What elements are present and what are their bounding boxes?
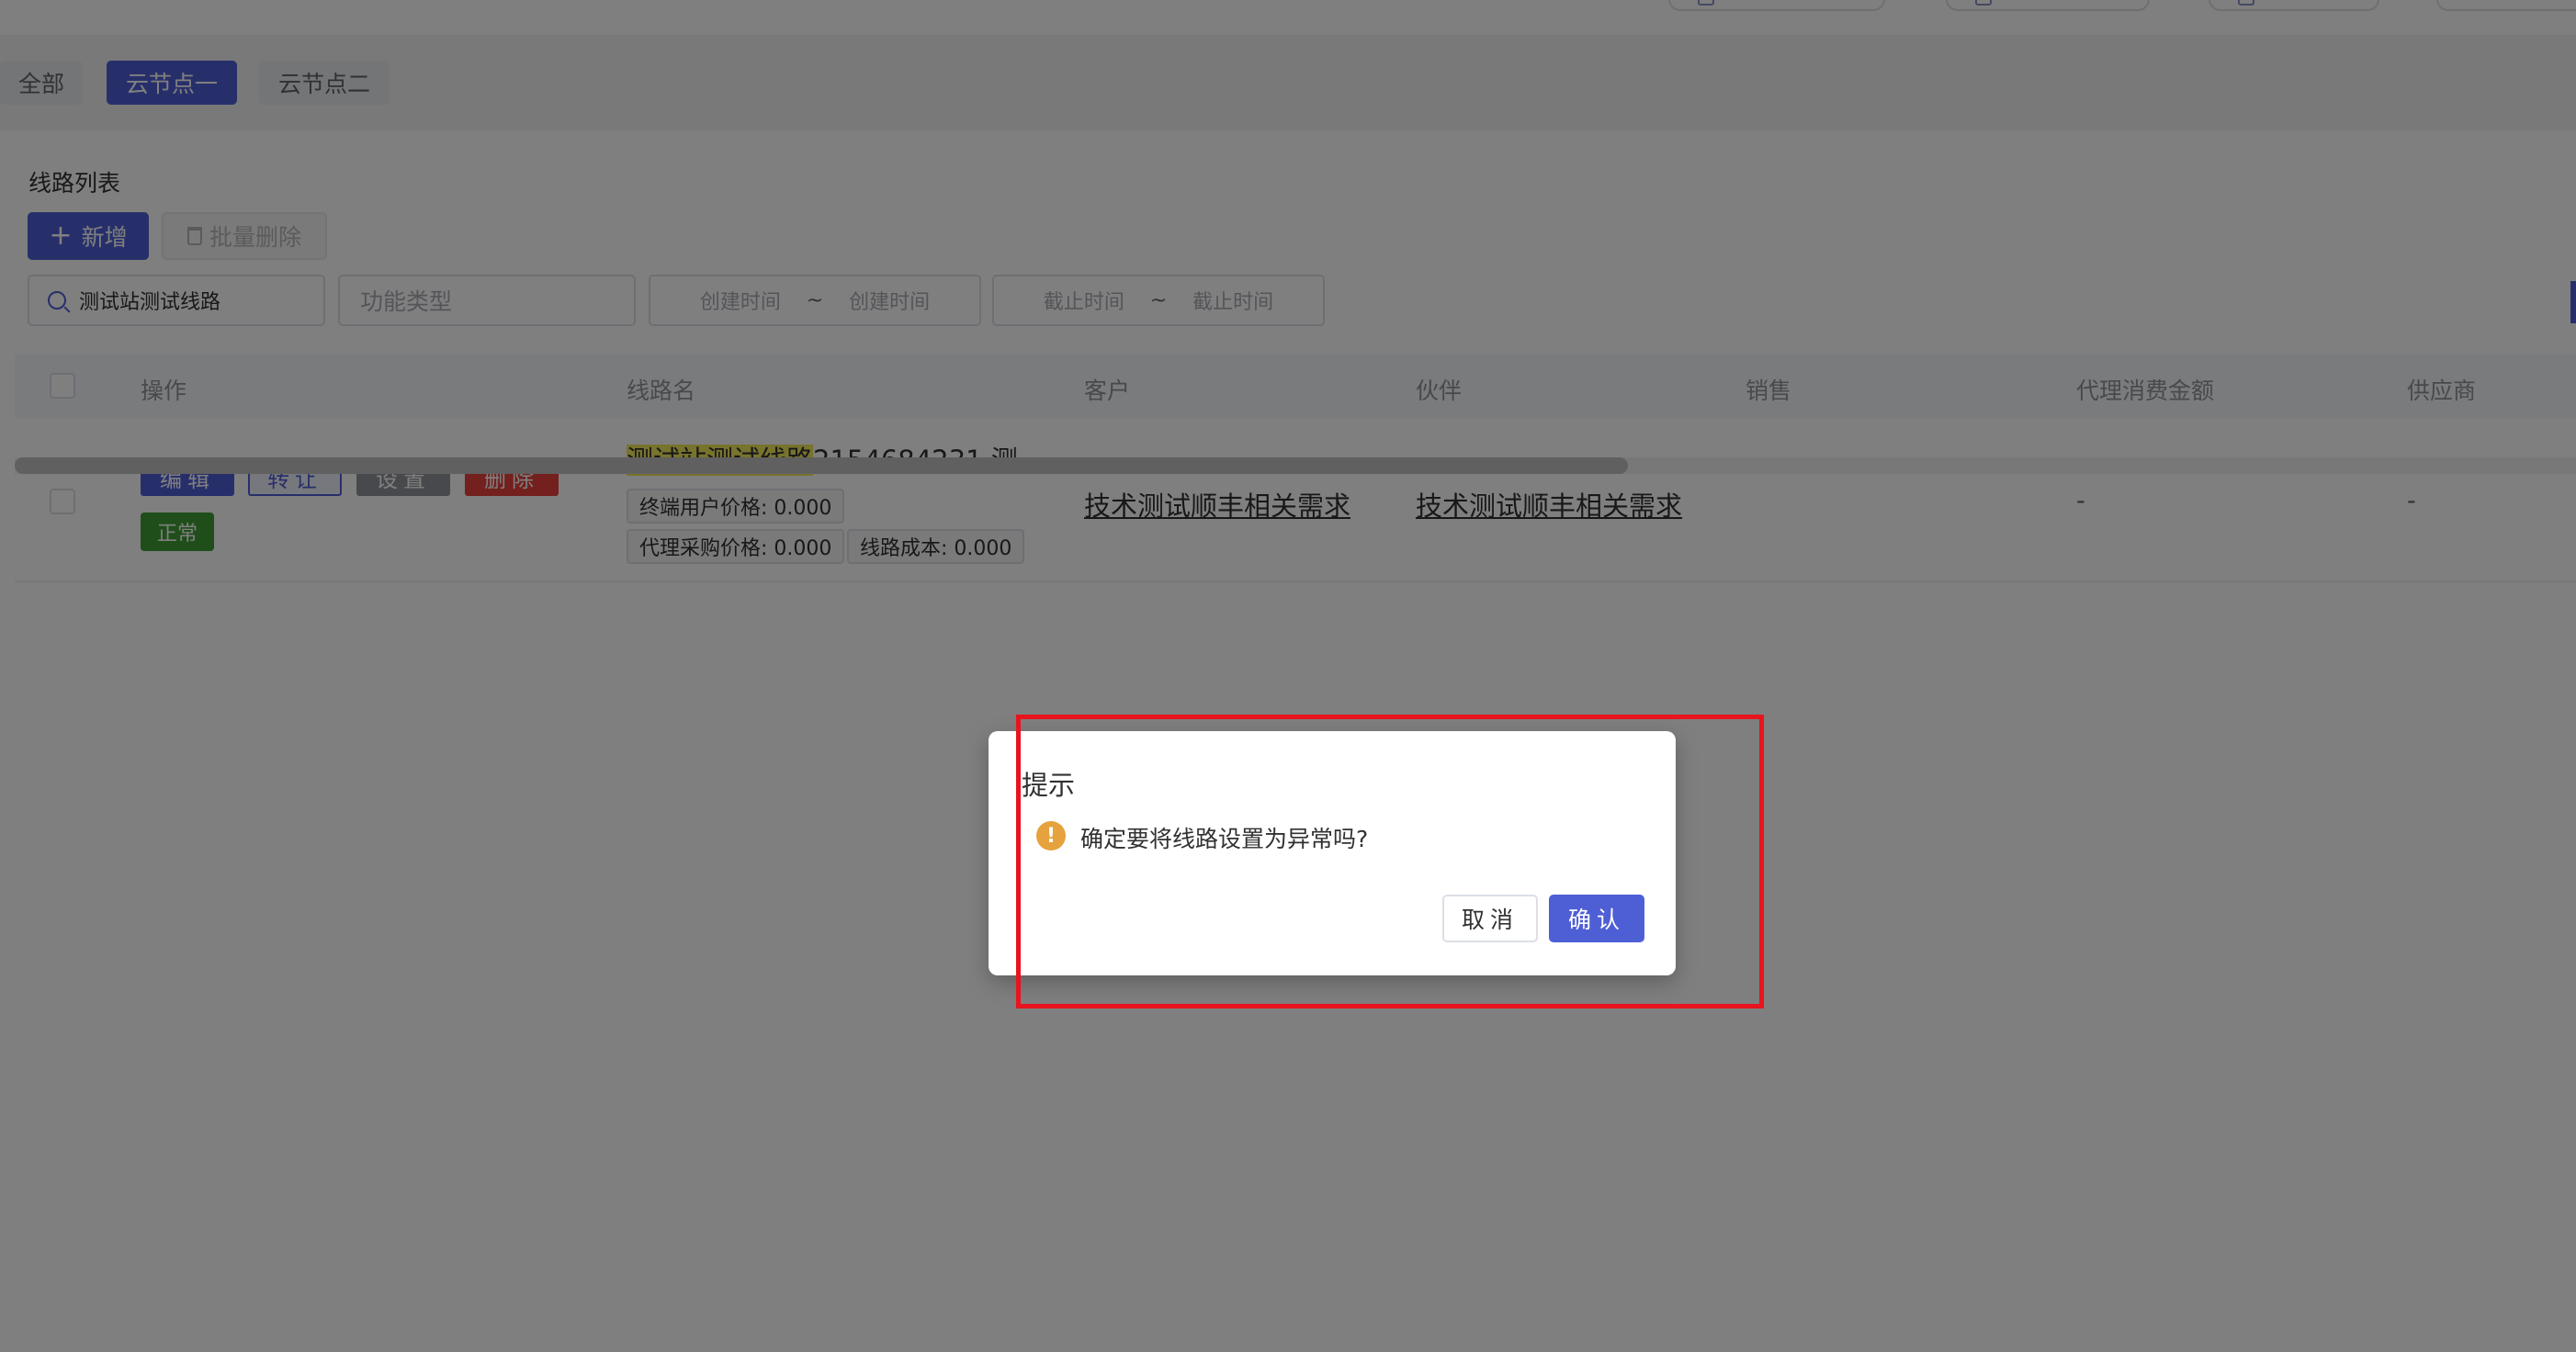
annotation-highlight-box: [1016, 715, 1764, 1008]
modal-overlay: [0, 0, 2576, 1352]
app-page: 全部 云节点一 云节点二 线路列表 + 新增 批量删除 测试站测试线路 功能类型…: [0, 0, 2576, 1352]
